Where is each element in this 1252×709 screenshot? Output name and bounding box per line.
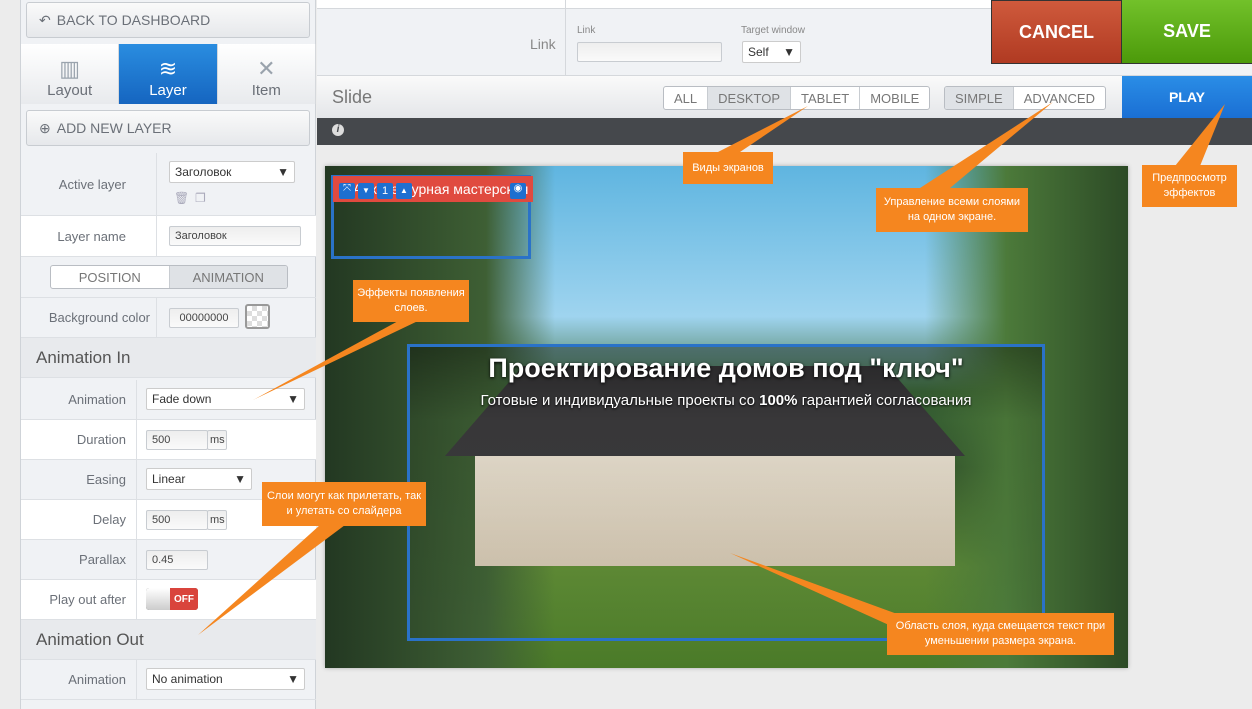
pointer-area <box>730 553 900 630</box>
pointer-effects <box>253 320 420 400</box>
pointer-all-layers <box>920 102 1053 188</box>
pointer-fly <box>198 525 345 635</box>
callout-screens: Виды экранов <box>683 152 773 184</box>
pointer-screens <box>718 106 808 152</box>
callout-effects: Эффекты появления слоев. <box>353 280 469 322</box>
callout-all-layers: Управление всеми слоями на одном экране. <box>876 188 1028 232</box>
callout-area: Область слоя, куда смещается текст при у… <box>887 613 1114 655</box>
callout-pointers <box>198 102 1225 635</box>
callout-preview: Предпросмотр эффектов <box>1142 165 1237 207</box>
pointer-preview <box>1175 104 1225 166</box>
callout-fly: Слои могут как прилетать, так и улетать … <box>262 482 426 526</box>
